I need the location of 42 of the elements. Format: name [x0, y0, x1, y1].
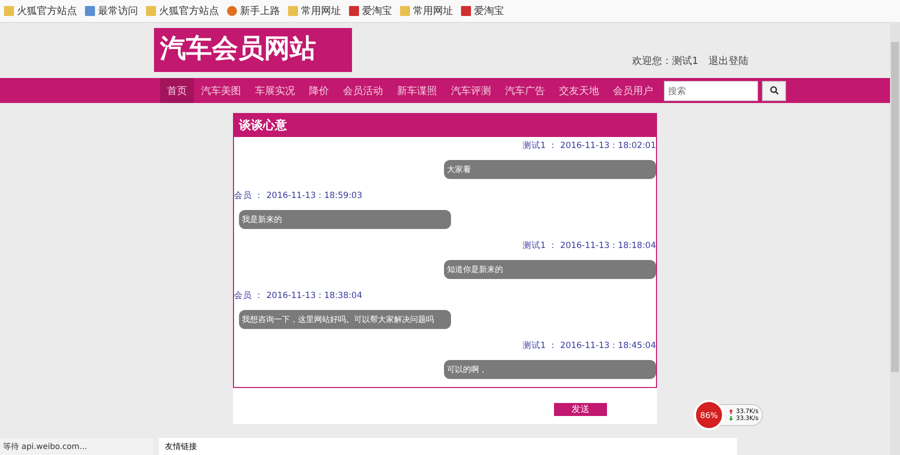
logout-link[interactable]: 退出登陆: [708, 54, 748, 68]
message-meta: 会员 ： 2016-11-13 : 18:59:03: [234, 190, 362, 202]
message-meta: 测试1 ： 2016-11-13 : 18:02:01: [522, 140, 656, 152]
usage-ball[interactable]: 86%: [694, 400, 724, 430]
up-arrow-icon: [729, 409, 733, 414]
bookmark-link[interactable]: 最常访问: [85, 4, 138, 18]
nav-tab[interactable]: 降价: [302, 78, 336, 103]
search-field[interactable]: 搜索: [664, 80, 758, 100]
message-meta: 测试1 ： 2016-11-13 : 18:18:04: [522, 240, 656, 252]
bookmark-link[interactable]: 火狐官方站点: [146, 4, 219, 18]
bookmark-link[interactable]: 爱淘宝: [349, 4, 392, 18]
scrollbar[interactable]: [890, 22, 900, 455]
bookmark-link[interactable]: 常用网址: [400, 4, 453, 18]
message-bubble: 可以的啊，: [444, 360, 656, 379]
bookmark-link[interactable]: 爱淘宝: [461, 4, 504, 18]
chat-title: 谈谈心意: [234, 114, 656, 137]
message-bubble: 我想咨询一下，这里网站好吗。可以帮大家解决问题吗: [239, 310, 451, 329]
message-meta: 测试1 ： 2016-11-13 : 18:45:04: [522, 340, 656, 352]
site-title: 汽车会员网站: [154, 28, 352, 72]
message-bubble: 我是新来的: [239, 210, 451, 229]
message-meta: 会员 ： 2016-11-13 : 18:38:04: [234, 290, 362, 302]
search-button[interactable]: [762, 80, 786, 100]
status-text: 等待 api.weibo.com...: [0, 438, 153, 455]
down-arrow-icon: [729, 416, 733, 421]
nav-tab[interactable]: 汽车广告: [498, 78, 552, 103]
search-icon: [770, 86, 778, 95]
nav-tab[interactable]: 会员用户: [606, 78, 660, 103]
message-bubble: 知道你是新来的: [444, 260, 656, 279]
nav-tab[interactable]: 新车谍照: [390, 78, 444, 103]
nav-tab[interactable]: 会员活动: [336, 78, 390, 103]
nav-tab[interactable]: 首页: [160, 78, 194, 103]
bookmark-link[interactable]: 新手上路: [227, 4, 280, 18]
footer-link-title: 友情链接: [165, 441, 197, 452]
nav-tab[interactable]: 汽车评测: [444, 78, 498, 103]
send-button[interactable]: 发送: [554, 403, 607, 416]
welcome-text: 欢迎您：测试1: [632, 54, 698, 68]
bookmark-link[interactable]: 火狐官方站点: [4, 4, 77, 18]
nav-tab[interactable]: 交友天地: [552, 78, 606, 103]
nav-tab[interactable]: 汽车美图: [194, 78, 248, 103]
nav-tab[interactable]: 车展实况: [248, 78, 302, 103]
bookmark-link[interactable]: 常用网址: [288, 4, 341, 18]
message-bubble: 大家看: [444, 160, 656, 179]
